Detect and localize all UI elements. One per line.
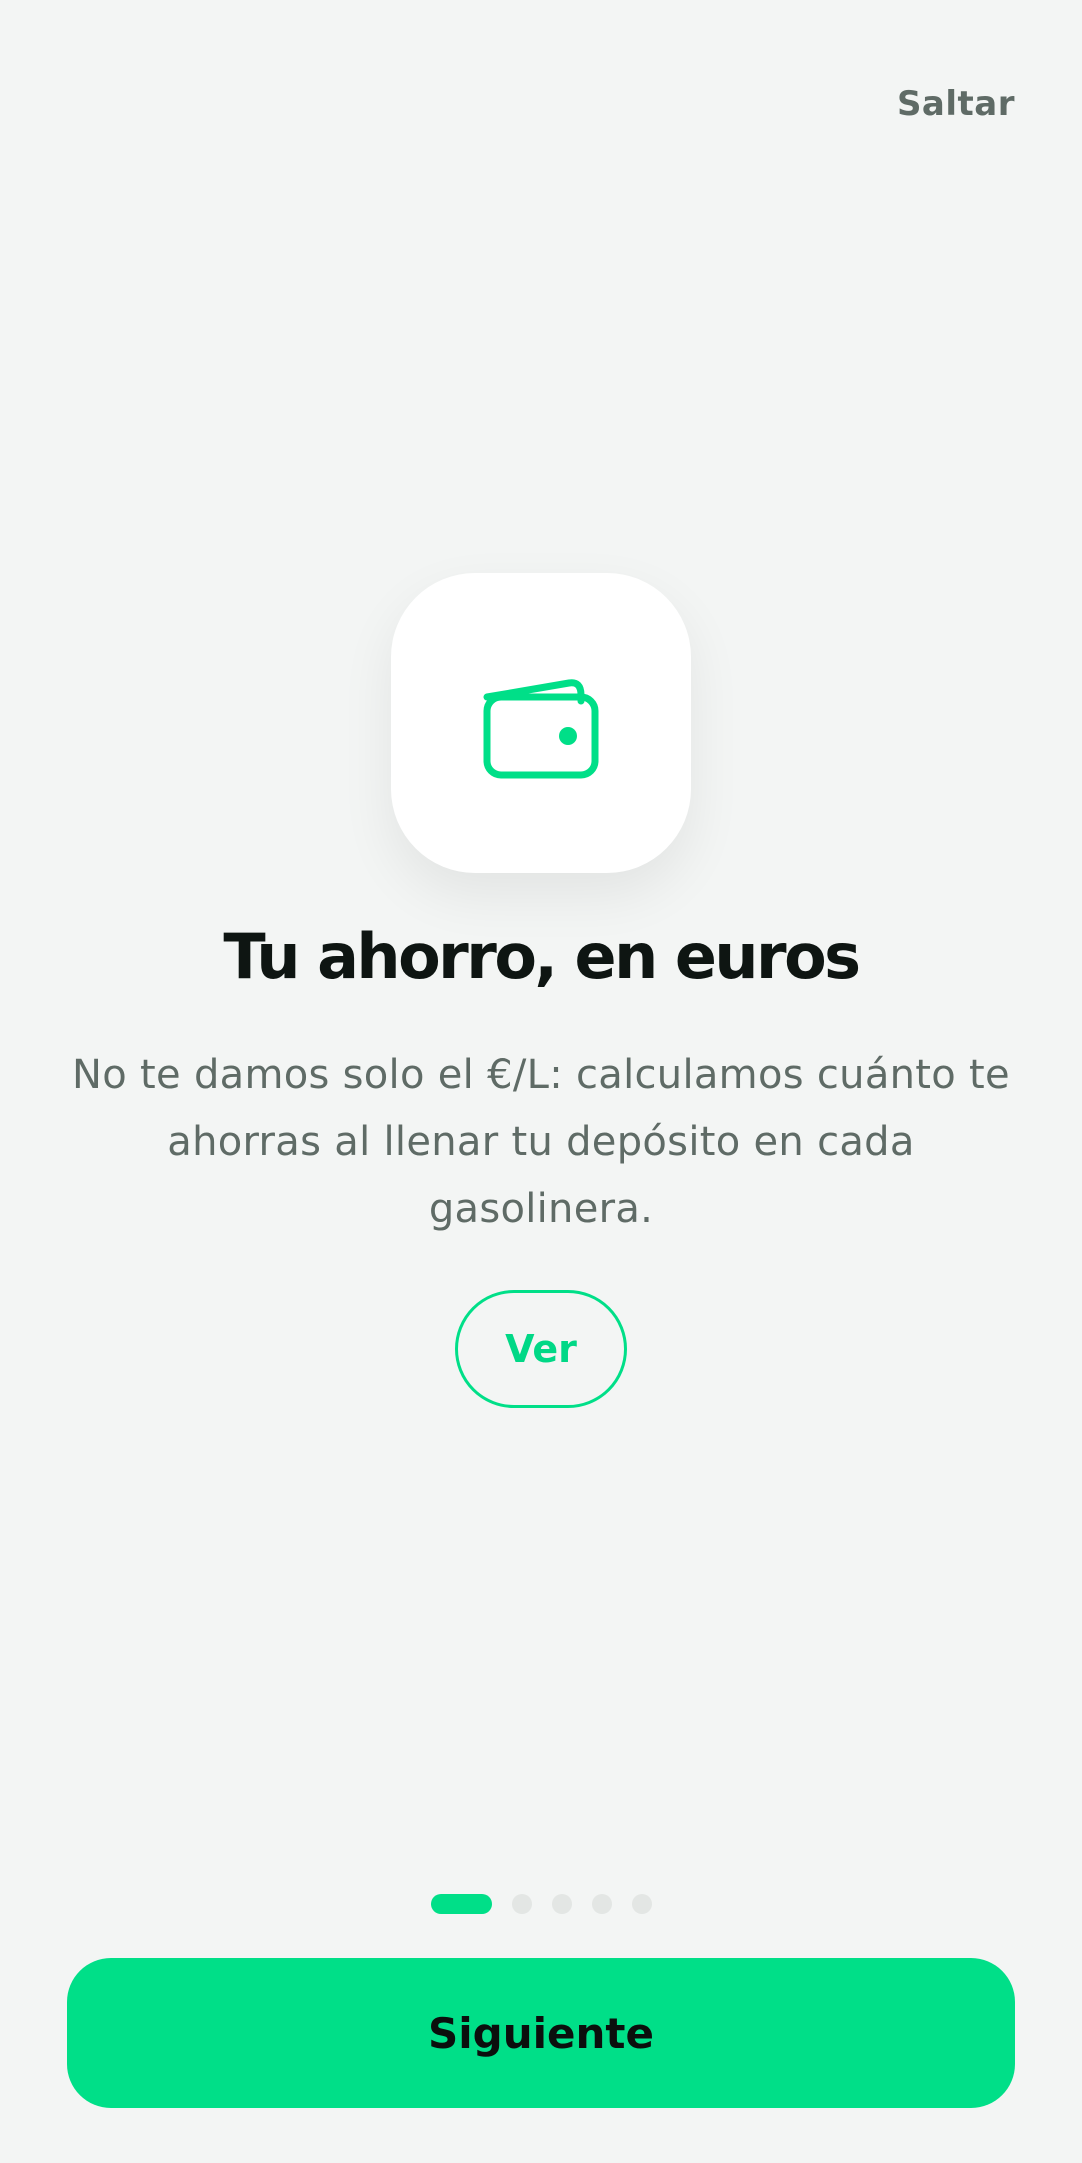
view-button[interactable]: Ver bbox=[455, 1290, 627, 1408]
next-button[interactable]: Siguiente bbox=[67, 1958, 1015, 2108]
wallet-icon bbox=[483, 679, 599, 779]
skip-button[interactable]: Saltar bbox=[897, 84, 1015, 124]
pagination-dot bbox=[631, 1894, 652, 1914]
pagination-dot-active bbox=[430, 1894, 492, 1914]
feature-icon-tile bbox=[391, 573, 691, 873]
pagination-dot bbox=[511, 1894, 532, 1914]
slide-description: No te damos solo el €/L: calculamos cuán… bbox=[72, 1052, 1010, 1232]
pagination-dot bbox=[551, 1894, 572, 1914]
pagination-dots bbox=[0, 1894, 1082, 1914]
pagination-dot bbox=[591, 1894, 612, 1914]
slide-title: Tu ahorro, en euros bbox=[223, 920, 861, 993]
